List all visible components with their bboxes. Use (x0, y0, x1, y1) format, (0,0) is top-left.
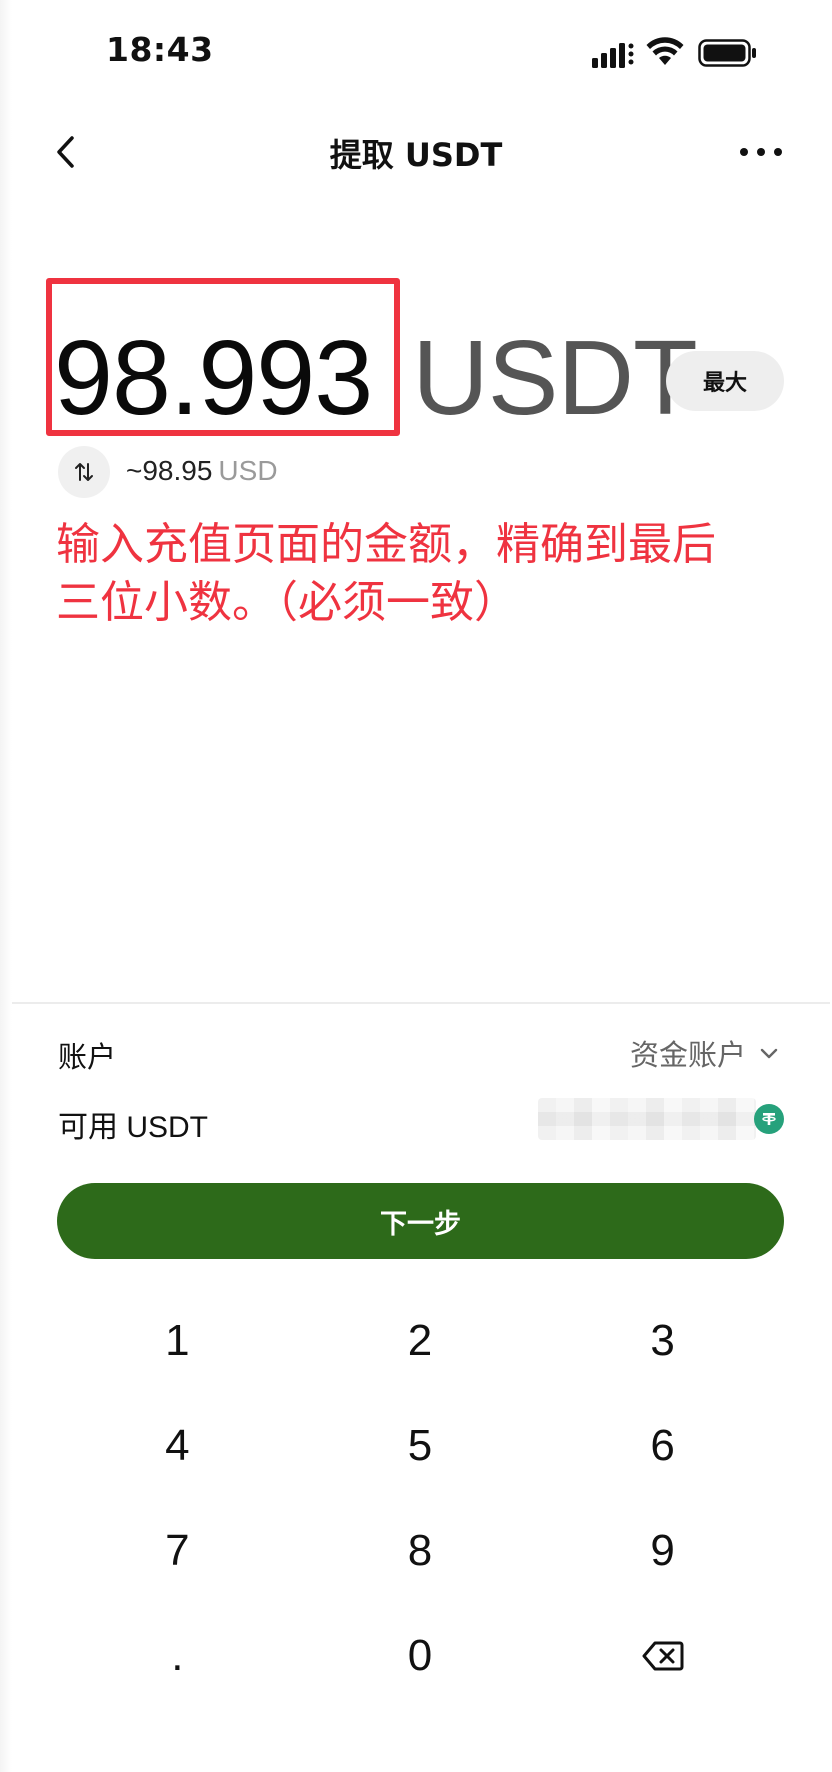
next-step-button[interactable]: 下一步 (57, 1183, 784, 1259)
key-8[interactable]: 8 (299, 1498, 542, 1603)
instruction-annotation: 输入充值页面的金额，精确到最后三位小数。（必须一致） (56, 519, 716, 628)
key-1[interactable]: 1 (56, 1288, 299, 1393)
converted-value: ~98.95 (126, 455, 213, 486)
amount-value: 98.993 (54, 319, 373, 437)
wifi-icon (646, 37, 684, 65)
backspace-icon (642, 1641, 684, 1670)
more-horizontal-icon[interactable] (738, 140, 784, 164)
status-time: 18:43 (106, 30, 214, 69)
max-button[interactable]: 最大 (666, 351, 784, 411)
screen-edge (0, 0, 12, 1772)
chevron-down-icon (760, 1048, 778, 1059)
key-5[interactable]: 5 (299, 1393, 542, 1498)
account-select[interactable]: 资金账户 (630, 1032, 780, 1074)
key-2[interactable]: 2 (299, 1288, 542, 1393)
key-backspace[interactable] (541, 1603, 784, 1708)
tether-icon (754, 1104, 784, 1134)
key-decimal[interactable]: . (56, 1603, 299, 1708)
key-0[interactable]: 0 (299, 1603, 542, 1708)
page-title: 提取 USDT (329, 136, 503, 174)
available-balance-blurred (538, 1098, 756, 1140)
converted-amount: ~98.95 USD (126, 455, 278, 487)
section-divider (12, 1002, 830, 1004)
account-label: 账户 (58, 1040, 117, 1074)
account-value: 资金账户 (629, 1038, 746, 1072)
converted-unit: USD (218, 455, 278, 486)
amount-unit: USDT (412, 319, 698, 437)
amount-display: 98.993 USDT (54, 318, 698, 438)
battery-icon (698, 39, 756, 67)
swap-arrows-icon (75, 463, 93, 481)
key-7[interactable]: 7 (56, 1498, 299, 1603)
key-4[interactable]: 4 (56, 1393, 299, 1498)
numeric-keypad: 1 2 3 4 5 6 7 8 9 . 0 (56, 1288, 784, 1708)
key-9[interactable]: 9 (541, 1498, 784, 1603)
key-6[interactable]: 6 (541, 1393, 784, 1498)
available-label: 可用 USDT (58, 1111, 208, 1144)
cellular-signal-icon (592, 43, 634, 68)
swap-currency-button[interactable] (58, 446, 110, 498)
key-3[interactable]: 3 (541, 1288, 784, 1393)
